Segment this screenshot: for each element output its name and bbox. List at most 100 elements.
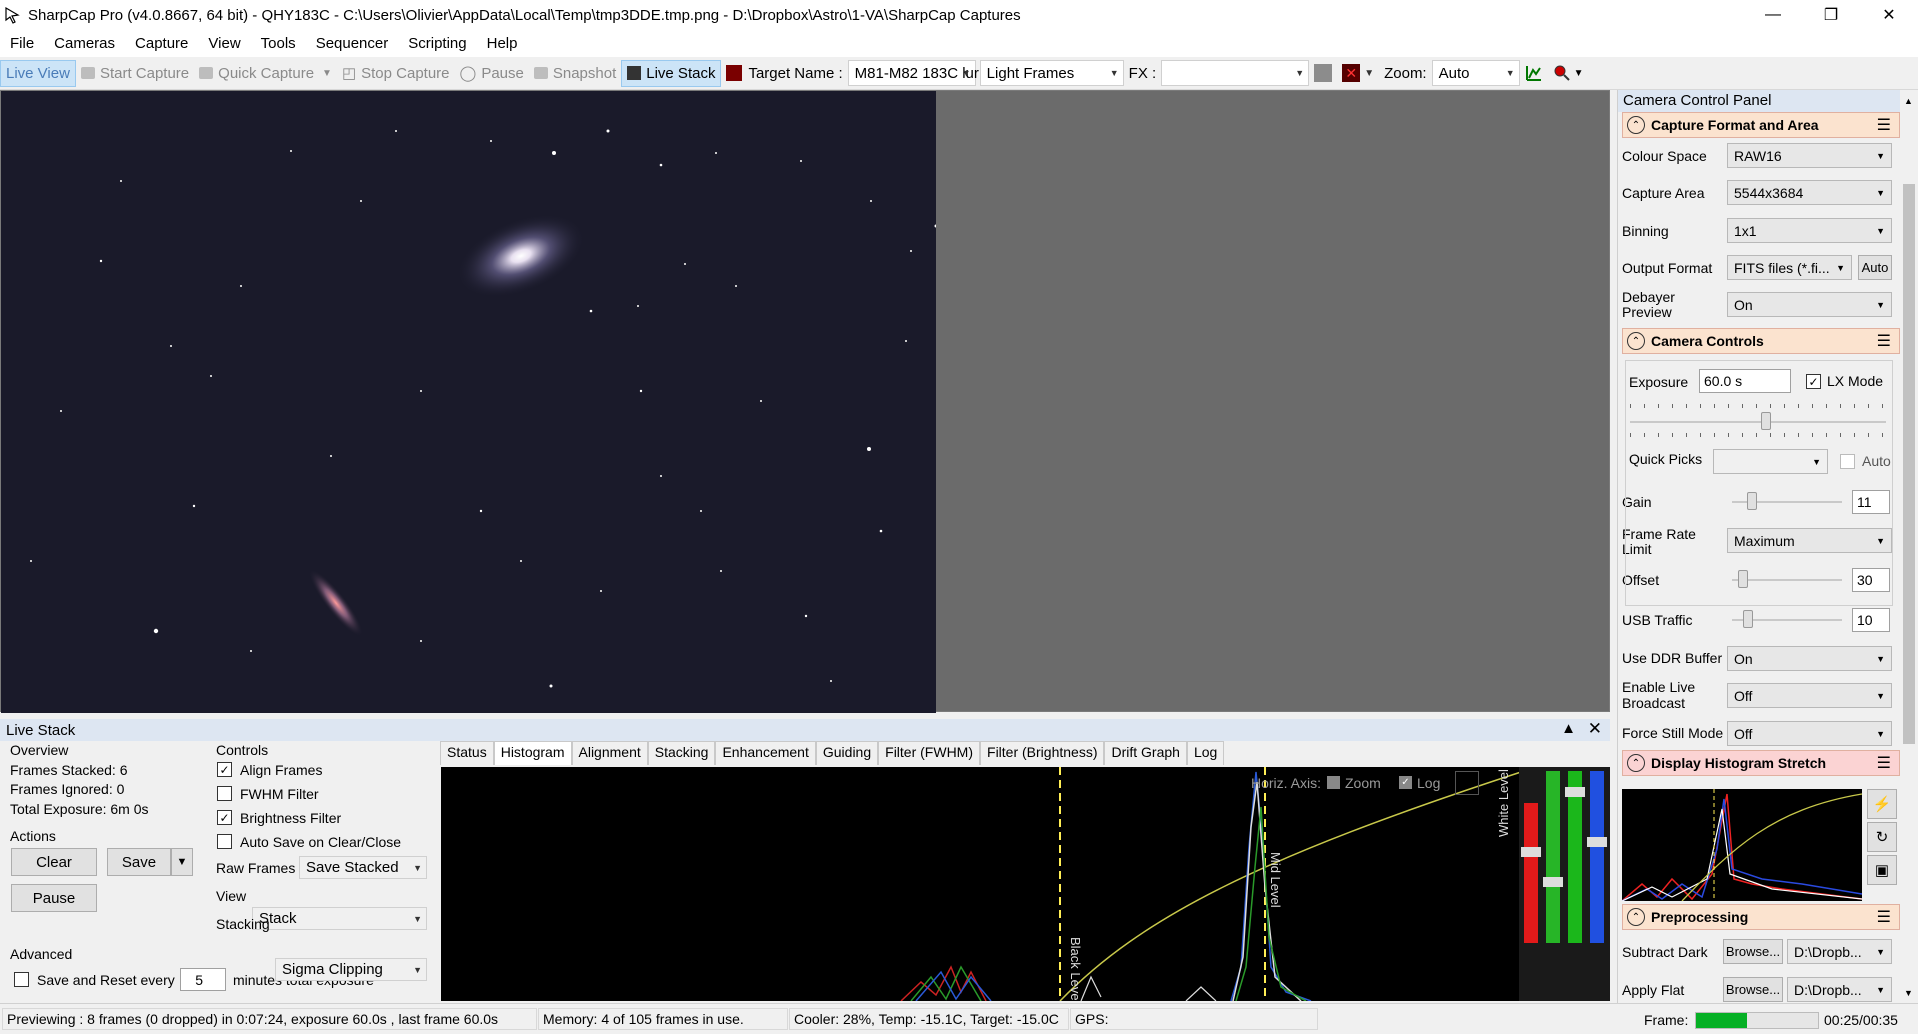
- apply-flat-select[interactable]: D:\Dropb... ▼: [1787, 977, 1892, 1002]
- menu-cameras[interactable]: Cameras: [44, 35, 125, 52]
- subtract-dark-select[interactable]: D:\Dropb... ▼: [1787, 939, 1892, 964]
- menu-file[interactable]: File: [0, 35, 44, 52]
- snapshot-button[interactable]: Snapshot: [529, 60, 621, 87]
- save-button[interactable]: Save: [107, 848, 171, 876]
- save-dropdown-button[interactable]: ▼: [171, 848, 193, 876]
- tab-histogram[interactable]: Histogram: [493, 741, 572, 765]
- pause-stack-button[interactable]: Pause: [11, 884, 97, 912]
- tab-alignment[interactable]: Alignment: [571, 741, 648, 765]
- reset-stretch-button[interactable]: ↻: [1867, 822, 1897, 852]
- tab-log[interactable]: Log: [1186, 741, 1225, 765]
- tab-stacking[interactable]: Stacking: [647, 741, 716, 765]
- lx-mode-checkbox[interactable]: ✓: [1806, 374, 1821, 389]
- red-slider-track[interactable]: [1524, 803, 1538, 943]
- brightness-filter-checkbox[interactable]: ✓: [217, 810, 232, 825]
- zoom-checkbox[interactable]: [1327, 776, 1340, 789]
- menu-icon[interactable]: ☰: [1877, 331, 1891, 351]
- save-reset-checkbox[interactable]: [14, 972, 29, 987]
- clear-button[interactable]: Clear: [11, 848, 97, 876]
- tab-guiding[interactable]: Guiding: [815, 741, 879, 765]
- stop-capture-button[interactable]: ◰ Stop Capture: [337, 60, 455, 87]
- frame-type-select[interactable]: Light Frames ▼: [979, 60, 1124, 86]
- menu-icon[interactable]: ☰: [1877, 115, 1891, 135]
- chevron-down-icon[interactable]: ▼: [1506, 68, 1515, 78]
- restore-button[interactable]: ❐: [1802, 0, 1860, 30]
- quick-picks-auto-checkbox[interactable]: [1840, 454, 1855, 469]
- menu-sequencer[interactable]: Sequencer: [306, 35, 399, 52]
- collapse-icon[interactable]: ⌃: [1627, 754, 1645, 772]
- red-cross-button[interactable]: ✕ ▼: [1337, 60, 1379, 87]
- auto-stretch-button[interactable]: ⚡: [1867, 789, 1897, 819]
- image-viewer[interactable]: [0, 90, 1610, 713]
- log-checkbox[interactable]: ✓: [1399, 776, 1412, 789]
- menu-scripting[interactable]: Scripting: [398, 35, 476, 52]
- fx-select[interactable]: ▼: [1161, 60, 1310, 86]
- quick-picks-select[interactable]: ▼: [1713, 449, 1828, 474]
- close-button[interactable]: ✕: [1860, 0, 1918, 30]
- camera-controls-header[interactable]: ⌃ Camera Controls ☰: [1622, 328, 1900, 354]
- chevron-down-icon[interactable]: ▼: [1574, 68, 1584, 79]
- quick-capture-button[interactable]: Quick Capture ▼: [194, 60, 337, 87]
- gain-slider-thumb[interactable]: [1747, 492, 1757, 510]
- chevron-down-icon[interactable]: ▼: [1364, 68, 1374, 79]
- menu-icon[interactable]: ☰: [1877, 907, 1891, 927]
- stacking-select[interactable]: Sigma Clipping ▼: [275, 958, 427, 981]
- level-sliders[interactable]: [1519, 767, 1610, 1001]
- offset-slider-thumb[interactable]: [1738, 570, 1748, 588]
- histogram-display[interactable]: Black Level Mid Level White Level Horiz.…: [441, 767, 1610, 1001]
- fwhm-filter-checkbox[interactable]: [217, 786, 232, 801]
- frame-rate-select[interactable]: Maximum ▼: [1727, 528, 1892, 553]
- auto-save-checkbox[interactable]: [217, 834, 232, 849]
- usb-traffic-slider-thumb[interactable]: [1743, 610, 1753, 628]
- offset-slider[interactable]: [1732, 579, 1842, 581]
- tab-filter-brightness[interactable]: Filter (Brightness): [980, 741, 1105, 765]
- menu-icon[interactable]: ☰: [1877, 753, 1891, 773]
- save-reset-spinner[interactable]: 5: [180, 968, 226, 991]
- lum-slider-thumb[interactable]: [1565, 787, 1585, 797]
- lightning-icon[interactable]: [1455, 771, 1479, 795]
- sky-image[interactable]: [1, 91, 936, 713]
- exposure-slider[interactable]: [1630, 421, 1886, 423]
- pause-button[interactable]: ◯ Pause: [455, 60, 529, 87]
- histogram-stretch-header[interactable]: ⌃ Display Histogram Stretch ☰: [1622, 750, 1900, 776]
- grey-square-button[interactable]: [1309, 60, 1337, 87]
- start-capture-button[interactable]: Start Capture: [76, 60, 194, 87]
- menu-tools[interactable]: Tools: [251, 35, 306, 52]
- live-broadcast-select[interactable]: Off ▼: [1727, 683, 1892, 708]
- menu-capture[interactable]: Capture: [125, 35, 198, 52]
- subtract-dark-browse-button[interactable]: Browse...: [1723, 939, 1783, 964]
- collapse-icon[interactable]: ⌃: [1627, 332, 1645, 350]
- debayer-preview-select[interactable]: On ▼: [1727, 292, 1892, 317]
- zoom-select[interactable]: Auto ▼: [1431, 60, 1520, 86]
- raw-frames-select[interactable]: Save Stacked ▼: [299, 856, 427, 879]
- live-view-button[interactable]: Live View: [0, 59, 76, 87]
- capture-format-header[interactable]: ⌃ Capture Format and Area ☰: [1622, 112, 1900, 138]
- target-name-input[interactable]: M81-M82 183C lur ▼: [847, 60, 979, 86]
- scrollbar-thumb[interactable]: [1903, 184, 1915, 744]
- save-stretch-button[interactable]: ▣: [1867, 855, 1897, 885]
- close-icon[interactable]: ✕: [1588, 719, 1602, 739]
- view-select[interactable]: Stack ▼: [252, 907, 427, 930]
- usb-traffic-input[interactable]: 10: [1852, 608, 1890, 632]
- pin-icon[interactable]: ▲: [1561, 720, 1576, 737]
- chevron-down-icon[interactable]: ▼: [962, 68, 971, 78]
- chevron-down-icon[interactable]: ▼: [1110, 68, 1119, 78]
- capture-area-select[interactable]: 5544x3684 ▼: [1727, 180, 1892, 205]
- tab-status[interactable]: Status: [440, 741, 494, 765]
- tab-enhancement[interactable]: Enhancement: [715, 741, 816, 765]
- blue-slider-track[interactable]: [1590, 771, 1604, 943]
- zoom-tool-button[interactable]: ▼: [1548, 60, 1589, 87]
- tab-filter-fwhm[interactable]: Filter (FWHM): [878, 741, 981, 765]
- chevron-down-icon[interactable]: ▼: [322, 68, 332, 79]
- gain-input[interactable]: 11: [1852, 490, 1890, 514]
- align-frames-checkbox[interactable]: ✓: [217, 762, 232, 777]
- red-slider-thumb[interactable]: [1521, 847, 1541, 857]
- scroll-up-icon[interactable]: ▲: [1904, 96, 1913, 106]
- colour-space-select[interactable]: RAW16 ▼: [1727, 143, 1892, 168]
- apply-flat-browse-button[interactable]: Browse...: [1723, 977, 1783, 1002]
- menu-view[interactable]: View: [198, 35, 250, 52]
- menu-help[interactable]: Help: [477, 35, 528, 52]
- minimize-button[interactable]: —: [1744, 0, 1802, 30]
- collapse-icon[interactable]: ⌃: [1627, 908, 1645, 926]
- force-still-select[interactable]: Off ▼: [1727, 721, 1892, 746]
